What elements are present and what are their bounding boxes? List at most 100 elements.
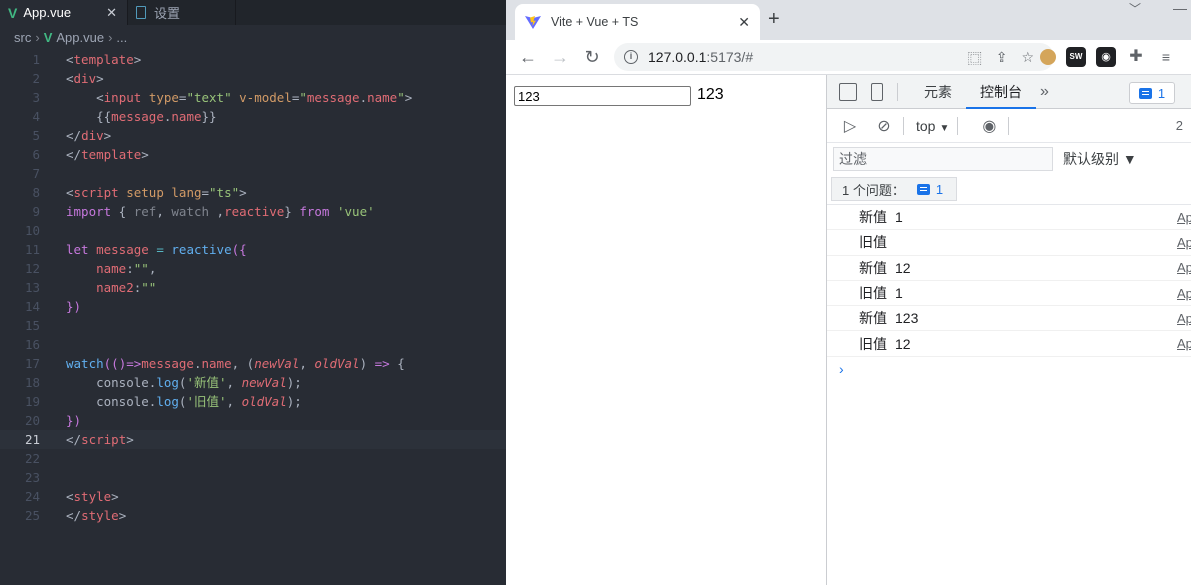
console-prompt[interactable]: ›: [827, 357, 1191, 381]
cookie-extension-icon[interactable]: [1040, 49, 1056, 65]
log-source-link[interactable]: Ap: [1177, 260, 1191, 275]
clear-console-icon[interactable]: ⊘: [873, 116, 895, 136]
reload-icon[interactable]: ↻: [576, 47, 608, 68]
filter-input[interactable]: 过滤: [833, 147, 1053, 171]
new-tab-button[interactable]: +: [768, 8, 780, 31]
code-token: name: [201, 356, 232, 371]
minimize-icon[interactable]: —: [1173, 0, 1187, 16]
console-log-row: 旧值 1 Ap: [827, 281, 1191, 307]
code-line: 20}): [0, 411, 506, 430]
line-number: 13: [24, 280, 40, 295]
line-number: 25: [24, 508, 40, 523]
log-source-link[interactable]: Ap: [1177, 336, 1191, 351]
browser-tab[interactable]: Vite + Vue + TS ✕: [515, 4, 760, 40]
code-token: log: [156, 394, 179, 409]
code-area[interactable]: 1 <template> 2 <div> 3 <input type="text" …: [0, 50, 506, 525]
code-line: 18 console.log('新值', newVal);: [0, 373, 506, 392]
code-token: .: [193, 356, 202, 371]
code-line: 11 let message = reactive({: [0, 240, 506, 259]
issues-badge[interactable]: 1: [1129, 82, 1175, 104]
device-toolbar-icon[interactable]: [871, 82, 883, 101]
code-token: newVal: [241, 375, 287, 390]
code-line: 7: [0, 164, 506, 183]
code-token: >: [141, 147, 149, 162]
code-token: message: [306, 90, 360, 105]
devtools-tab-bar: 元素 控制台 » 1: [827, 75, 1191, 109]
bot-extension-icon[interactable]: ◉: [1096, 47, 1116, 67]
translate-icon[interactable]: ⿴: [968, 49, 982, 69]
code-token: watch: [171, 204, 210, 219]
reading-list-icon[interactable]: ≡: [1156, 47, 1176, 67]
sidebar-toggle-icon[interactable]: ▷: [839, 116, 861, 136]
code-token: script: [73, 185, 119, 200]
forward-icon[interactable]: →: [544, 47, 576, 68]
log-message: 新值: [859, 209, 887, 226]
issues-count: 1: [916, 181, 944, 197]
code-editor: V App.vue ✕ 设置 src › V App.vue › ... 1 <t…: [0, 0, 506, 585]
breadcrumb-file[interactable]: App.vue: [56, 30, 104, 45]
code-token: }): [66, 299, 82, 314]
tab-console[interactable]: 控制台: [966, 75, 1036, 109]
breadcrumb: src › V App.vue › ...: [0, 25, 506, 50]
message-icon: [1138, 87, 1152, 99]
chevron-down-icon[interactable]: ﹀: [1129, 0, 1141, 17]
issues-label: 1 个问题：: [842, 182, 905, 198]
code-line: 16: [0, 335, 506, 354]
divider: [957, 116, 959, 135]
code-token: v-model: [239, 90, 292, 105]
log-source-link[interactable]: Ap: [1177, 235, 1191, 250]
tab-elements[interactable]: 元素: [910, 75, 966, 109]
eye-icon[interactable]: ◉: [978, 116, 1000, 136]
code-line: 5 </div>: [0, 126, 506, 145]
web-page: 123: [506, 75, 826, 585]
code-token: import: [66, 204, 112, 219]
code-token: oldVal: [314, 356, 360, 371]
code-token: oldVal: [241, 394, 287, 409]
code-token: .: [359, 90, 368, 105]
puzzle-icon[interactable]: ✚: [1126, 47, 1146, 67]
switch-extension-icon[interactable]: SW: [1066, 47, 1086, 67]
console-log-row: 旧值 Ap: [827, 230, 1191, 256]
code-token: reactive: [171, 242, 232, 257]
more-tabs-icon[interactable]: »: [1040, 83, 1049, 101]
code-token: , (: [231, 356, 255, 371]
breadcrumb-tail[interactable]: ...: [116, 30, 127, 45]
log-message: 旧值: [859, 285, 887, 302]
address-bar[interactable]: i 127.0.0.1 :5173/# ⿴ ⇪ ☆: [614, 43, 1054, 71]
close-icon[interactable]: ✕: [738, 14, 750, 31]
issues-button[interactable]: 1 个问题： 1: [831, 177, 957, 201]
code-token: template: [81, 147, 142, 162]
code-token: {{: [96, 109, 112, 124]
name-input[interactable]: [514, 86, 691, 106]
close-icon[interactable]: ✕: [106, 5, 117, 21]
code-token: </: [66, 147, 82, 162]
inspect-element-icon[interactable]: [839, 82, 857, 101]
code-token: ): [359, 356, 375, 371]
log-value: 1: [895, 285, 903, 302]
chevron-right-icon: ›: [35, 30, 40, 45]
line-number: 5: [32, 128, 40, 143]
share-icon[interactable]: ⇪: [996, 49, 1008, 69]
log-source-link[interactable]: Ap: [1177, 311, 1191, 326]
editor-tab-app-vue[interactable]: V App.vue ✕: [0, 0, 128, 25]
code-token: ((): [103, 356, 127, 371]
console-toolbar: ▷ ⊘ top ▼ ◉ 2: [827, 109, 1191, 143]
code-token: input: [103, 90, 142, 105]
line-number: 7: [32, 166, 40, 181]
context-selector[interactable]: top ▼: [916, 118, 949, 134]
code-line: 17 watch(()=>message.name, (newVal, oldVa…: [0, 354, 506, 373]
issues-count-value: 1: [935, 181, 944, 197]
log-levels-dropdown[interactable]: 默认级别 ▼: [1063, 149, 1137, 169]
log-source-link[interactable]: Ap: [1177, 286, 1191, 301]
log-source-link[interactable]: Ap: [1177, 210, 1191, 225]
extensions-bar: SW ◉ ✚ ≡: [1040, 47, 1176, 67]
editor-tab-label: 设置: [154, 6, 181, 21]
code-token: lang: [171, 185, 202, 200]
editor-tab-settings[interactable]: 设置: [128, 0, 236, 25]
bookmark-star-icon[interactable]: ☆: [1021, 49, 1034, 69]
back-icon[interactable]: ←: [512, 47, 544, 68]
code-token: =: [201, 185, 210, 200]
info-icon[interactable]: i: [624, 50, 638, 64]
breadcrumb-folder[interactable]: src: [14, 30, 31, 45]
